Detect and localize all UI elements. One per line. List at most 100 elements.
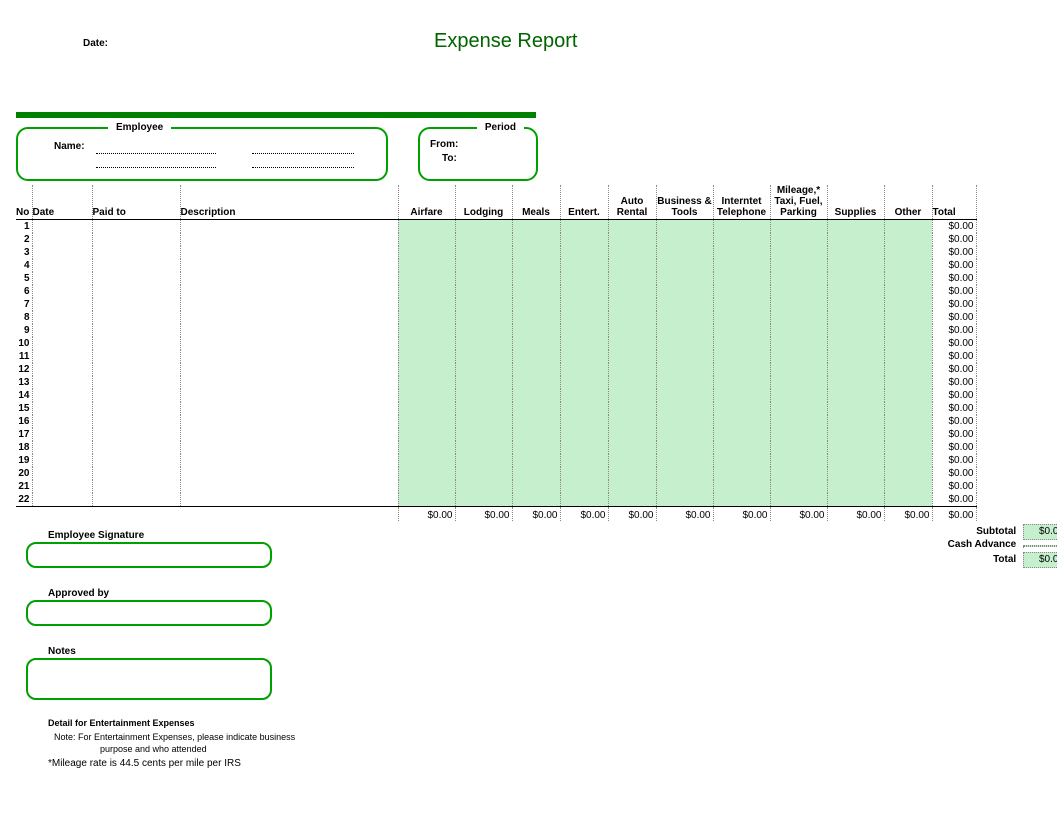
row-airfare[interactable]	[398, 311, 455, 324]
row-lodging[interactable]	[455, 298, 512, 311]
row-description[interactable]	[180, 220, 398, 234]
row-date[interactable]	[32, 259, 92, 272]
row-entert[interactable]	[560, 402, 608, 415]
row-description[interactable]	[180, 311, 398, 324]
row-meals[interactable]	[512, 454, 560, 467]
row-supplies[interactable]	[827, 272, 884, 285]
row-paid-to[interactable]	[92, 480, 180, 493]
row-internet-telephone[interactable]	[713, 285, 770, 298]
row-airfare[interactable]	[398, 389, 455, 402]
row-business-tools[interactable]	[656, 402, 713, 415]
row-meals[interactable]	[512, 428, 560, 441]
row-business-tools[interactable]	[656, 311, 713, 324]
row-auto-rental[interactable]	[608, 363, 656, 376]
row-entert[interactable]	[560, 415, 608, 428]
row-auto-rental[interactable]	[608, 493, 656, 507]
row-supplies[interactable]	[827, 337, 884, 350]
row-lodging[interactable]	[455, 246, 512, 259]
row-mileage[interactable]	[770, 311, 827, 324]
row-entert[interactable]	[560, 350, 608, 363]
row-business-tools[interactable]	[656, 220, 713, 234]
row-airfare[interactable]	[398, 298, 455, 311]
row-airfare[interactable]	[398, 428, 455, 441]
row-paid-to[interactable]	[92, 467, 180, 480]
row-internet-telephone[interactable]	[713, 311, 770, 324]
row-lodging[interactable]	[455, 220, 512, 234]
row-airfare[interactable]	[398, 324, 455, 337]
row-business-tools[interactable]	[656, 389, 713, 402]
row-business-tools[interactable]	[656, 428, 713, 441]
row-lodging[interactable]	[455, 389, 512, 402]
row-lodging[interactable]	[455, 428, 512, 441]
row-paid-to[interactable]	[92, 428, 180, 441]
row-paid-to[interactable]	[92, 298, 180, 311]
row-description[interactable]	[180, 272, 398, 285]
row-date[interactable]	[32, 480, 92, 493]
row-date[interactable]	[32, 285, 92, 298]
row-entert[interactable]	[560, 259, 608, 272]
row-mileage[interactable]	[770, 480, 827, 493]
row-mileage[interactable]	[770, 428, 827, 441]
row-meals[interactable]	[512, 402, 560, 415]
row-description[interactable]	[180, 259, 398, 272]
row-airfare[interactable]	[398, 350, 455, 363]
row-date[interactable]	[32, 493, 92, 507]
row-auto-rental[interactable]	[608, 441, 656, 454]
row-entert[interactable]	[560, 298, 608, 311]
row-description[interactable]	[180, 324, 398, 337]
row-business-tools[interactable]	[656, 363, 713, 376]
row-meals[interactable]	[512, 298, 560, 311]
row-auto-rental[interactable]	[608, 402, 656, 415]
row-paid-to[interactable]	[92, 376, 180, 389]
row-description[interactable]	[180, 298, 398, 311]
row-entert[interactable]	[560, 493, 608, 507]
row-entert[interactable]	[560, 441, 608, 454]
row-other[interactable]	[884, 350, 932, 363]
row-entert[interactable]	[560, 480, 608, 493]
row-lodging[interactable]	[455, 415, 512, 428]
row-lodging[interactable]	[455, 233, 512, 246]
row-paid-to[interactable]	[92, 311, 180, 324]
row-entert[interactable]	[560, 337, 608, 350]
row-internet-telephone[interactable]	[713, 337, 770, 350]
row-description[interactable]	[180, 454, 398, 467]
row-date[interactable]	[32, 337, 92, 350]
row-date[interactable]	[32, 428, 92, 441]
row-internet-telephone[interactable]	[713, 467, 770, 480]
row-supplies[interactable]	[827, 441, 884, 454]
row-business-tools[interactable]	[656, 233, 713, 246]
row-lodging[interactable]	[455, 324, 512, 337]
row-date[interactable]	[32, 233, 92, 246]
row-supplies[interactable]	[827, 246, 884, 259]
row-internet-telephone[interactable]	[713, 493, 770, 507]
row-meals[interactable]	[512, 311, 560, 324]
row-airfare[interactable]	[398, 454, 455, 467]
row-paid-to[interactable]	[92, 285, 180, 298]
row-mileage[interactable]	[770, 389, 827, 402]
row-mileage[interactable]	[770, 467, 827, 480]
row-meals[interactable]	[512, 246, 560, 259]
name-input-line4[interactable]	[252, 167, 354, 168]
row-supplies[interactable]	[827, 363, 884, 376]
row-date[interactable]	[32, 467, 92, 480]
row-lodging[interactable]	[455, 493, 512, 507]
row-entert[interactable]	[560, 454, 608, 467]
row-meals[interactable]	[512, 467, 560, 480]
name-input-line2[interactable]	[96, 167, 216, 168]
row-internet-telephone[interactable]	[713, 363, 770, 376]
row-airfare[interactable]	[398, 337, 455, 350]
row-paid-to[interactable]	[92, 233, 180, 246]
row-internet-telephone[interactable]	[713, 246, 770, 259]
row-lodging[interactable]	[455, 272, 512, 285]
row-other[interactable]	[884, 298, 932, 311]
row-description[interactable]	[180, 389, 398, 402]
row-business-tools[interactable]	[656, 415, 713, 428]
row-entert[interactable]	[560, 246, 608, 259]
row-airfare[interactable]	[398, 402, 455, 415]
row-lodging[interactable]	[455, 337, 512, 350]
row-internet-telephone[interactable]	[713, 480, 770, 493]
row-lodging[interactable]	[455, 441, 512, 454]
row-supplies[interactable]	[827, 259, 884, 272]
row-paid-to[interactable]	[92, 350, 180, 363]
row-auto-rental[interactable]	[608, 298, 656, 311]
